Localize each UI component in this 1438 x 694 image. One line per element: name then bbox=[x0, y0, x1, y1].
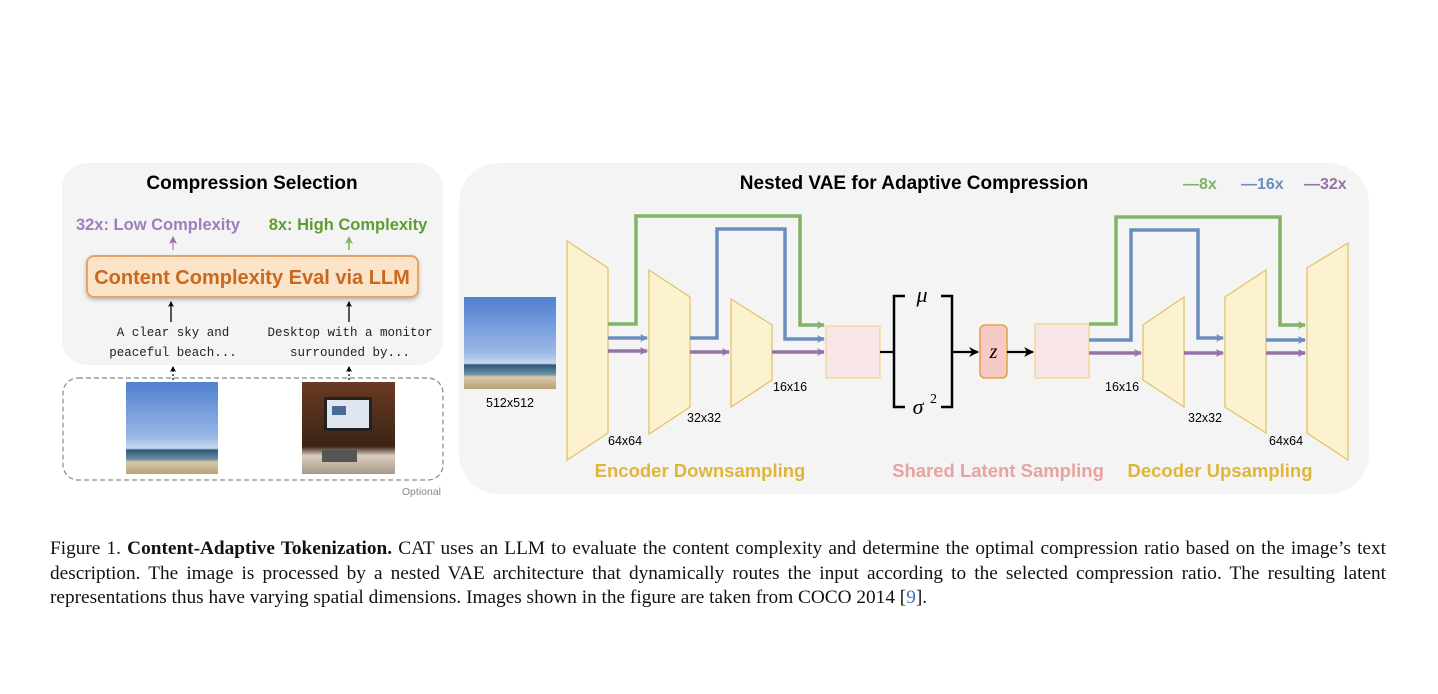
decoder-block-2 bbox=[1224, 268, 1267, 435]
sigma-exponent: 2 bbox=[930, 392, 937, 407]
high-complexity-label: 8x: High Complexity bbox=[269, 216, 428, 234]
caption-prefix: Figure 1. bbox=[50, 538, 128, 559]
decoder-size-16: 16x16 bbox=[1105, 380, 1139, 394]
description-beach-line1: A clear sky and bbox=[117, 326, 230, 340]
llm-eval-label: Content Complexity Eval via LLM bbox=[94, 267, 410, 289]
panel-title: Nested VAE for Adaptive Compression bbox=[740, 173, 1088, 194]
legend-32x: —32x bbox=[1304, 176, 1347, 193]
decoder-label: Decoder Upsampling bbox=[1127, 460, 1312, 481]
description-desktop-line2: surrounded by... bbox=[290, 346, 410, 360]
caption-title: Content-Adaptive Tokenization. bbox=[127, 538, 393, 559]
citation-link[interactable]: 9 bbox=[906, 587, 916, 608]
mu-symbol: μ bbox=[915, 282, 927, 307]
encoder-size-16: 16x16 bbox=[773, 380, 807, 394]
encoder-size-32: 32x32 bbox=[687, 411, 721, 425]
decoder-block-3 bbox=[1306, 241, 1349, 462]
latent-input-block bbox=[825, 325, 881, 379]
input-image bbox=[464, 297, 556, 389]
compression-selection-panel: Compression Selection 32x: Low Complexit… bbox=[62, 163, 444, 498]
legend-8x: —8x bbox=[1183, 176, 1217, 193]
description-beach-line2: peaceful beach... bbox=[109, 346, 237, 360]
latent-output-block bbox=[1034, 323, 1090, 379]
z-symbol: z bbox=[989, 341, 998, 363]
legend-16x: —16x bbox=[1241, 176, 1284, 193]
low-complexity-label: 32x: Low Complexity bbox=[76, 216, 241, 234]
optional-label: Optional bbox=[402, 486, 441, 498]
desktop-image bbox=[302, 382, 395, 474]
encoder-size-64: 64x64 bbox=[608, 434, 642, 448]
latent-label: Shared Latent Sampling bbox=[892, 460, 1104, 481]
description-desktop-line1: Desktop with a monitor bbox=[267, 326, 432, 340]
nested-vae-panel: Nested VAE for Adaptive Compression —8x … bbox=[459, 163, 1369, 494]
figure-caption: Figure 1. Content-Adaptive Tokenization.… bbox=[50, 537, 1386, 611]
beach-image bbox=[126, 382, 218, 474]
panel-title: Compression Selection bbox=[146, 173, 357, 194]
encoder-block-2 bbox=[648, 268, 691, 436]
encoder-label: Encoder Downsampling bbox=[595, 460, 806, 481]
decoder-size-64: 64x64 bbox=[1269, 434, 1303, 448]
sigma-symbol: σ bbox=[913, 394, 925, 419]
caption-suffix: ]. bbox=[915, 587, 928, 608]
decoder-size-32: 32x32 bbox=[1188, 411, 1222, 425]
input-size-label: 512x512 bbox=[486, 396, 534, 410]
encoder-block-1 bbox=[566, 239, 609, 462]
